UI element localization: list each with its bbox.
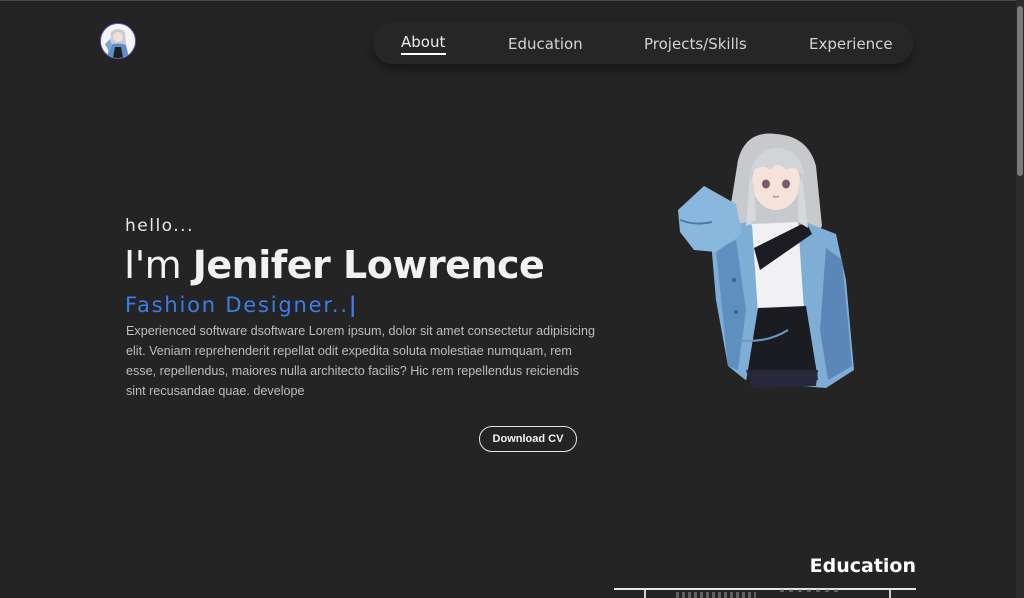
nav-item-projects-skills[interactable]: Projects/Skills [644,35,747,53]
avatar-logo-icon[interactable] [101,24,135,58]
education-section-title: Education [809,555,916,577]
nav-item-about[interactable]: About [401,33,445,51]
education-timeline-tick-right [889,590,891,598]
window-top-border [0,0,1024,1]
hero-greeting: hello... [125,216,194,236]
download-cv-button[interactable]: Download CV [479,426,577,452]
education-timeline-tick-left [644,590,646,598]
main-nav: About Education Projects/Skills Experien… [373,22,913,64]
page-scrollbar-thumb[interactable] [1017,6,1023,176]
nav-active-underline [401,53,446,55]
nav-item-experience[interactable]: Experience [809,35,893,53]
hero-role: Fashion Designer..| [125,293,358,317]
hero-name: Jenifer Lowrence [192,243,545,287]
hero-headline: I'm Jenifer Lowrence [124,243,545,287]
anime-character-illustration-icon [678,133,854,388]
education-divider [614,588,916,590]
avatar-logo-graphic [101,24,135,58]
education-cut-off-text [676,592,756,598]
portfolio-page: About Education Projects/Skills Experien… [0,0,1024,598]
headline-prefix: I'm [124,243,193,287]
role-text: Fashion Designer.. [125,293,349,317]
hero-bio: Experienced software dsoftware Lorem ips… [126,324,595,398]
nav-item-education[interactable]: Education [508,35,583,53]
typing-caret: | [348,293,359,317]
education-cut-off-text-2 [780,589,840,592]
